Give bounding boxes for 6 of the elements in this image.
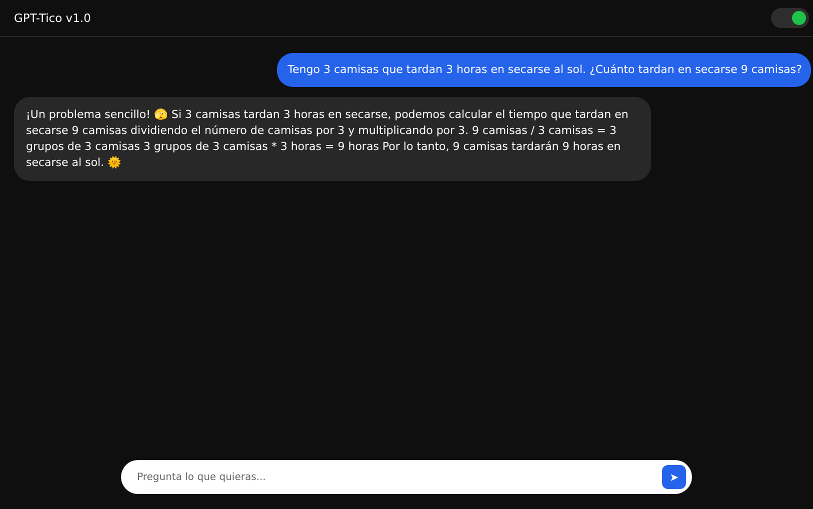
user-message: Tengo 3 camisas que tardan 3 horas en secarse al sol. ¿Cuánto tardan en secarse 9 camisas? (276, 53, 811, 87)
assistant-message: ¡Un problema sencillo! 🫣 Si 3 camisas tardan 3 horas en secarse, podemos calcular el tiempo que tardan en secarse 9 camisas dividiendo el número de camisas por 3 y multiplicando por 3. 9 camisas / 3 camisas = 3 grupos de 3 camisas 3 grupos de 3 camisas * 3 horas = 9 horas Por lo tanto, 9 camisas tardarán 9 horas en secarse al sol. 🌞 (14, 97, 651, 181)
app-title: GPT-Tico v1.0 (14, 11, 91, 25)
message-field[interactable]: Pregunta lo que quieras... ➤ (121, 460, 692, 494)
toggle-switch[interactable] (771, 8, 809, 28)
send-button[interactable]: ➤ (662, 465, 686, 489)
